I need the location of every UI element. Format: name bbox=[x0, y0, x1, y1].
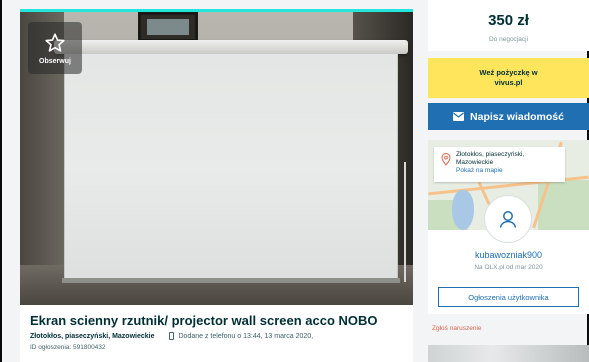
message-button-label: Napisz wiadomość bbox=[470, 110, 564, 123]
price-box: 350 zł Do negocjacji bbox=[428, 0, 589, 51]
watch-button[interactable]: Obserwuj bbox=[28, 22, 82, 74]
listing-added: Dodane z telefonu o 13:44, 13 marca 2020… bbox=[178, 332, 314, 340]
projector-screen bbox=[64, 54, 398, 282]
phone-icon bbox=[168, 332, 174, 340]
map-location-line-2: Mazowieckie bbox=[456, 159, 494, 166]
username[interactable]: kubawozniak900 bbox=[428, 250, 589, 260]
watch-label: Obserwuj bbox=[39, 57, 71, 65]
message-button[interactable]: Napisz wiadomość bbox=[428, 103, 589, 130]
sidebar: 350 zł Do negocjacji Weź pożyczkę w vivu… bbox=[420, 0, 589, 362]
listing-meta: Złotokłos, piaseczyński, Mazowieckie Dod… bbox=[30, 332, 313, 340]
user-icon bbox=[499, 211, 517, 228]
star-icon bbox=[45, 32, 65, 52]
ad-thumbnail[interactable] bbox=[428, 345, 589, 362]
avatar[interactable] bbox=[484, 195, 532, 243]
price: 350 zł bbox=[488, 12, 529, 29]
listing-photo[interactable]: Obserwuj bbox=[20, 9, 413, 305]
loan-banner[interactable]: Weź pożyczkę w vivus.pl bbox=[428, 58, 589, 98]
map-location-line-1: Złotokłos, piaseczyński, bbox=[456, 151, 525, 158]
ad-id: ID ogłoszenia: 591800432 bbox=[30, 344, 106, 351]
listing-title: Ekran scienny rzutnik/ projector wall sc… bbox=[30, 313, 378, 328]
listing-panel: Obserwuj Ekran scienny rzutnik/ projecto… bbox=[20, 9, 413, 362]
location-pin-icon bbox=[441, 153, 451, 166]
screen-casing bbox=[54, 40, 408, 54]
report-link[interactable]: Zgłoś naruszenie bbox=[432, 325, 482, 332]
listing-location[interactable]: Złotokłos, piaseczyński, Mazowieckie bbox=[30, 333, 155, 340]
show-on-map-link[interactable]: Pokaż na mapie bbox=[456, 167, 561, 175]
envelope-icon bbox=[453, 112, 465, 121]
map-location-card: Złotokłos, piaseczyński, Mazowieckie Pok… bbox=[434, 147, 565, 182]
loan-line-1: Weź pożyczkę w bbox=[479, 68, 538, 77]
page-frame: Obserwuj Ekran scienny rzutnik/ projecto… bbox=[0, 0, 589, 362]
loan-line-2: vivus.pl bbox=[494, 78, 523, 87]
user-box: kubawozniak900 Na OLX.pl od mar 2020 Ogł… bbox=[428, 195, 589, 314]
wall-picture bbox=[138, 12, 198, 42]
user-ads-button[interactable]: Ogłoszenia użytkownika bbox=[438, 287, 579, 307]
member-since: Na OLX.pl od mar 2020 bbox=[474, 264, 543, 271]
negotiable-label: Do negocjacji bbox=[488, 36, 529, 43]
